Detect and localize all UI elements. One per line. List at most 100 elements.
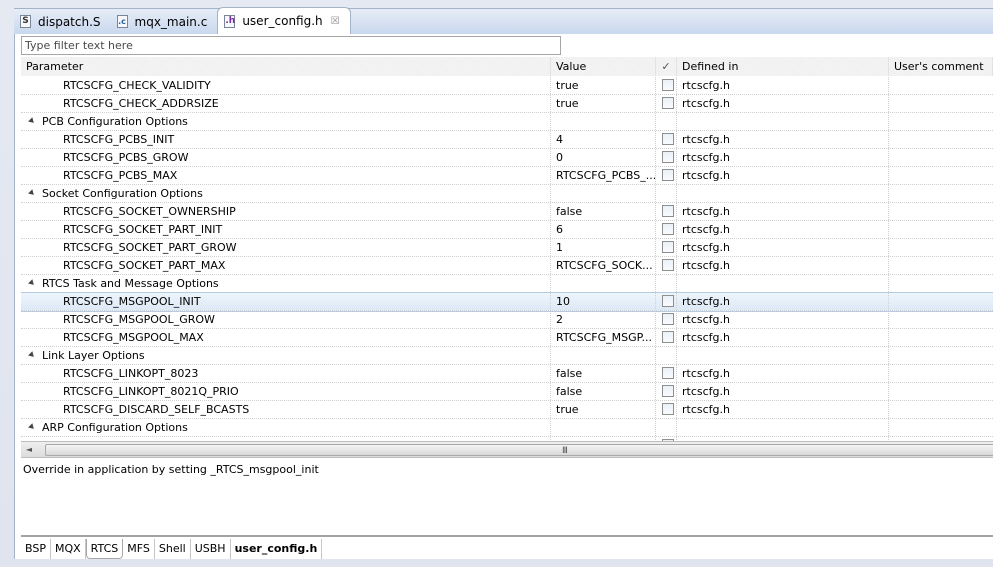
comment-cell[interactable]: [889, 293, 993, 310]
table-row[interactable]: RTCSCFG_MSGPOOL_GROW 2 rtcscfg.h: [21, 311, 993, 329]
scroll-left-icon[interactable]: ◄: [23, 444, 35, 456]
bottom-tab-shell[interactable]: Shell: [154, 539, 191, 559]
column-header-value[interactable]: Value: [551, 57, 656, 76]
parameter-cell: PCB Configuration Options: [21, 113, 551, 130]
tree-group-row[interactable]: Socket Configuration Options: [21, 185, 993, 203]
comment-cell[interactable]: [889, 383, 993, 400]
parameter-cell: RTCSCFG_PCBS_INIT: [21, 131, 551, 148]
tree-group-row[interactable]: RTCS Task and Message Options: [21, 275, 993, 293]
filter-input[interactable]: [21, 36, 561, 55]
table-row[interactable]: RTCSCFG_MSGPOOL_INIT 10 rtcscfg.h: [21, 292, 993, 312]
override-checkbox[interactable]: [661, 151, 674, 163]
override-checkbox[interactable]: [661, 169, 674, 181]
value-cell[interactable]: RTCSCFG_PCBS_...: [551, 167, 656, 184]
comment-cell[interactable]: [889, 149, 993, 166]
override-checkbox[interactable]: [661, 331, 674, 343]
value-cell[interactable]: false: [551, 383, 656, 400]
value-cell[interactable]: 6: [551, 221, 656, 238]
table-row[interactable]: RTCSCFG_DISCARD_SELF_BCASTS true rtcscfg.h: [21, 401, 993, 419]
table-row[interactable]: RTCSCFG_PCBS_MAX RTCSCFG_PCBS_... rtcscfg.…: [21, 167, 993, 185]
table-row[interactable]: RTCSCFG_SOCKET_OWNERSHIP false rtcscfg.h: [21, 203, 993, 221]
close-tab-icon[interactable]: ☒: [331, 16, 340, 27]
expand-triangle-icon[interactable]: [28, 422, 36, 431]
override-checkbox[interactable]: [661, 295, 674, 307]
bottom-tab-mqx[interactable]: MQX: [50, 539, 86, 559]
override-checkbox[interactable]: [661, 97, 674, 109]
column-header-comment[interactable]: User's comment: [889, 57, 993, 76]
table-row[interactable]: RTCSCFG_SOCKET_PART_INIT 6 rtcscfg.h: [21, 221, 993, 239]
override-checkbox[interactable]: [661, 133, 674, 145]
table-row[interactable]: RTCSCFG_CHECK_VALIDITY true rtcscfg.h: [21, 77, 993, 95]
comment-cell[interactable]: [889, 221, 993, 238]
editor-tab-user-config-h[interactable]: .h user_config.h ☒: [217, 7, 351, 34]
table-row[interactable]: RTCSCFG_MSGPOOL_MAX RTCSCFG_MSGP... rtcscf…: [21, 329, 993, 347]
horizontal-scrollbar[interactable]: ◄ III: [21, 441, 993, 458]
comment-cell[interactable]: [889, 329, 993, 346]
value-cell[interactable]: RTCSCFG_SOCK...: [551, 257, 656, 274]
expand-triangle-icon[interactable]: [28, 188, 36, 197]
bottom-tab-user-config-h[interactable]: user_config.h: [230, 539, 323, 559]
override-checkbox[interactable]: [661, 313, 674, 325]
comment-cell[interactable]: [889, 365, 993, 382]
override-checkbox[interactable]: [661, 205, 674, 217]
value-cell[interactable]: 1: [551, 239, 656, 256]
override-checkbox[interactable]: [661, 403, 674, 415]
editor-tab-mqx-main-c[interactable]: .c mqx_main.c: [111, 9, 218, 34]
table-row[interactable]: RTCSCFG_SOCKET_PART_GROW 1 rtcscfg.h: [21, 239, 993, 257]
comment-cell: [889, 347, 993, 364]
check-cell: [656, 347, 677, 364]
expand-triangle-icon[interactable]: [28, 350, 36, 359]
parameter-name: RTCSCFG_MSGPOOL_MAX: [63, 331, 204, 344]
override-checkbox[interactable]: [661, 259, 674, 271]
value-cell[interactable]: false: [551, 203, 656, 220]
value-cell: [551, 185, 656, 202]
override-checkbox[interactable]: [661, 241, 674, 253]
value-cell[interactable]: 2: [551, 311, 656, 328]
comment-cell[interactable]: [889, 401, 993, 418]
bottom-tab-rtcs[interactable]: RTCS: [85, 539, 124, 559]
table-row[interactable]: RTCSCFG_SOCKET_PART_MAX RTCSCFG_SOCK... rt…: [21, 257, 993, 275]
comment-cell[interactable]: [889, 257, 993, 274]
column-header-parameter[interactable]: Parameter: [21, 57, 551, 76]
editor-tab-dispatch-s[interactable]: Sdispatch.S: [14, 9, 111, 34]
comment-cell[interactable]: [889, 77, 993, 94]
column-header-check[interactable]: ✓: [656, 57, 677, 76]
override-checkbox[interactable]: [661, 385, 674, 397]
tree-group-row[interactable]: PCB Configuration Options: [21, 113, 993, 131]
table-row[interactable]: RTCSCFG_LINKOPT_8023 false rtcscfg.h: [21, 365, 993, 383]
expand-triangle-icon[interactable]: [28, 278, 36, 287]
bottom-tab-bsp[interactable]: BSP: [21, 539, 51, 559]
override-checkbox[interactable]: [661, 223, 674, 235]
override-checkbox[interactable]: [661, 367, 674, 379]
tree-group-row[interactable]: Link Layer Options: [21, 347, 993, 365]
value-cell[interactable]: false: [551, 365, 656, 382]
bottom-tab-mfs[interactable]: MFS: [123, 539, 155, 559]
comment-cell[interactable]: [889, 239, 993, 256]
value-cell[interactable]: true: [551, 95, 656, 112]
scrollbar-thumb[interactable]: III: [45, 444, 993, 456]
comment-cell[interactable]: [889, 203, 993, 220]
value-cell[interactable]: true: [551, 77, 656, 94]
table-row[interactable]: RTCSCFG_PCBS_INIT 4 rtcscfg.h: [21, 131, 993, 149]
defined-in-cell: rtcscfg.h: [677, 401, 889, 418]
comment-cell[interactable]: [889, 95, 993, 112]
value-cell[interactable]: 4: [551, 131, 656, 148]
bottom-tab-usbh[interactable]: USBH: [190, 539, 231, 559]
table-row[interactable]: RTCSCFG_CHECK_ADDRSIZE true rtcscfg.h: [21, 95, 993, 113]
value-cell[interactable]: true: [551, 401, 656, 418]
value-cell[interactable]: 10: [551, 293, 656, 310]
check-cell: [656, 365, 677, 382]
check-cell: [656, 275, 677, 292]
column-header-defined-in[interactable]: Defined in: [677, 57, 889, 76]
value-cell[interactable]: 0: [551, 149, 656, 166]
value-cell[interactable]: RTCSCFG_MSGP...: [551, 329, 656, 346]
expand-triangle-icon[interactable]: [28, 116, 36, 125]
comment-cell[interactable]: [889, 131, 993, 148]
editor-tab-label: mqx_main.c: [134, 14, 208, 29]
comment-cell[interactable]: [889, 167, 993, 184]
table-row[interactable]: RTCSCFG_PCBS_GROW 0 rtcscfg.h: [21, 149, 993, 167]
table-row[interactable]: RTCSCFG_LINKOPT_8021Q_PRIO false rtcscfg.h: [21, 383, 993, 401]
comment-cell[interactable]: [889, 311, 993, 328]
tree-group-row[interactable]: ARP Configuration Options: [21, 419, 993, 437]
override-checkbox[interactable]: [661, 79, 674, 91]
